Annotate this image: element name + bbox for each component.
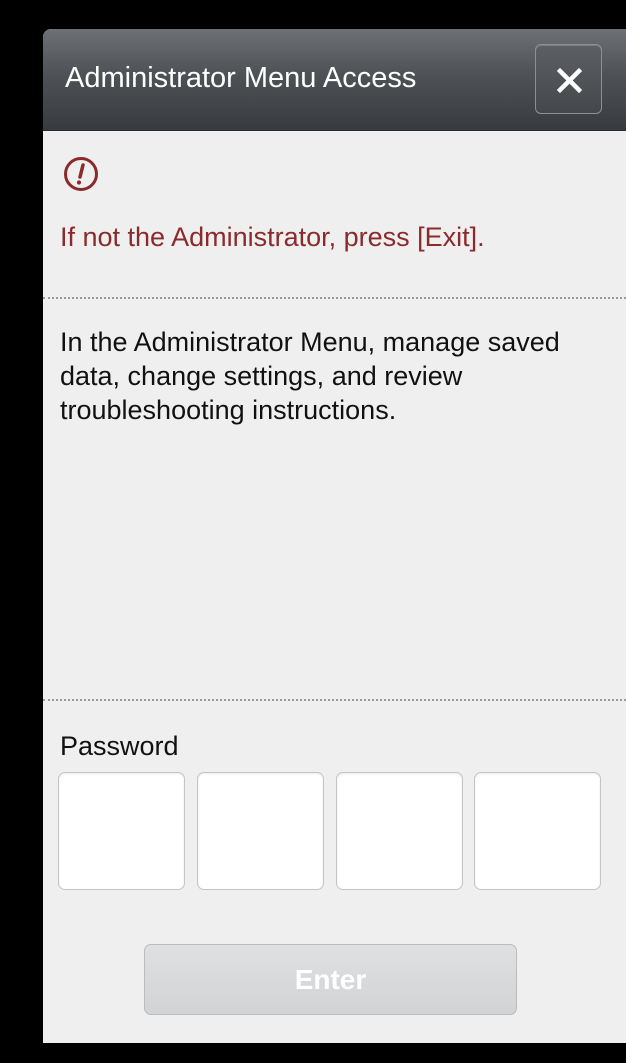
divider bbox=[43, 297, 626, 299]
screen-frame: Administrator Menu Access If not the Adm… bbox=[0, 0, 626, 1063]
password-label: Password bbox=[60, 731, 179, 761]
divider bbox=[43, 699, 626, 701]
password-digit-4[interactable] bbox=[474, 772, 601, 890]
dialog-title: Administrator Menu Access bbox=[65, 62, 417, 94]
enter-button[interactable]: Enter bbox=[144, 944, 517, 1015]
dialog-titlebar: Administrator Menu Access bbox=[43, 29, 626, 131]
password-digit-3[interactable] bbox=[336, 772, 463, 890]
password-digit-1[interactable] bbox=[58, 772, 185, 890]
close-icon bbox=[556, 67, 583, 94]
warning-message: If not the Administrator, press [Exit]. bbox=[60, 222, 485, 252]
exclamation-circle-icon bbox=[64, 157, 98, 191]
description-text: In the Administrator Menu, manage saved … bbox=[60, 327, 560, 425]
admin-access-dialog: Administrator Menu Access If not the Adm… bbox=[43, 29, 626, 1043]
password-digit-2[interactable] bbox=[197, 772, 324, 890]
close-button[interactable] bbox=[535, 44, 602, 114]
